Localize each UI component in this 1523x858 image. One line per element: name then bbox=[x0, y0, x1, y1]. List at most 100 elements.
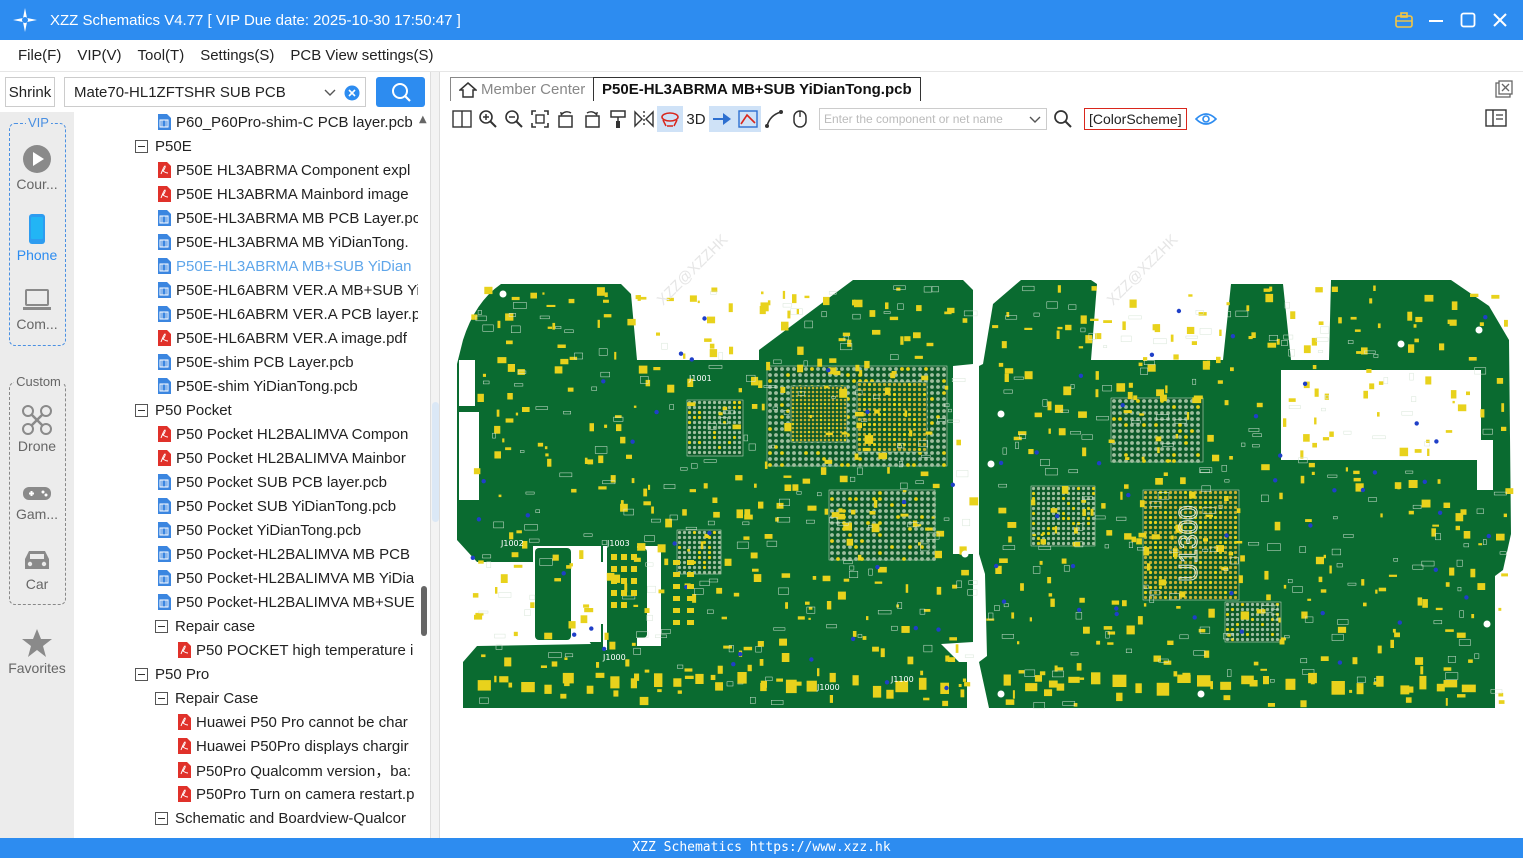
tree-file[interactable]: P50Pro Qualcomm version，ba: bbox=[177, 758, 411, 782]
tree-folder[interactable]: Schematic and Boardview-Qualcor bbox=[155, 806, 406, 830]
tree-file[interactable]: P60_P60Pro-shim-C PCB layer.pcb bbox=[157, 112, 413, 134]
close-all-tabs-icon[interactable] bbox=[1495, 80, 1513, 102]
tree-file[interactable]: P50E-HL3ABRMA MB+SUB YiDian bbox=[157, 254, 412, 278]
tree-file[interactable]: P50 Pocket SUB YiDianTong.pcb bbox=[157, 494, 396, 518]
pcb-canvas[interactable]: XZZ@XZZHK XZZ@XZZHK J1001 J1002 J1003 J1… bbox=[441, 134, 1523, 838]
tree-folder[interactable]: P50 Pocket bbox=[135, 398, 232, 422]
tree-folder[interactable]: Repair Case bbox=[155, 686, 258, 710]
tree-file[interactable]: P50 Pocket SUB PCB layer.pcb bbox=[157, 470, 387, 494]
flip-layer-icon[interactable] bbox=[657, 106, 683, 132]
bga-ball bbox=[1275, 612, 1280, 617]
bga-ball bbox=[1154, 423, 1158, 427]
rail-item-drone[interactable]: Drone bbox=[0, 404, 74, 454]
tree-file[interactable]: P50E-HL6ABRM VER.A image.pdf bbox=[157, 326, 407, 350]
component-pad bbox=[856, 422, 862, 429]
tree-file[interactable]: P50 Pocket-HL2BALIMVA MB PCB bbox=[157, 542, 410, 566]
net-search-placeholder: Enter the component or net name bbox=[824, 112, 1003, 126]
bga-ball bbox=[1041, 526, 1046, 531]
collapse-toggle-icon[interactable] bbox=[155, 619, 168, 633]
close-button[interactable] bbox=[1487, 7, 1513, 33]
tree-file[interactable]: P50 Pocket HL2BALIMVA Compon bbox=[157, 422, 408, 446]
tree-file[interactable]: P50E-HL6ABRM VER.A PCB layer.p bbox=[157, 302, 418, 326]
measure-icon[interactable] bbox=[735, 106, 761, 132]
shrink-button[interactable]: Shrink bbox=[5, 77, 55, 107]
net-highlight-icon[interactable] bbox=[709, 106, 735, 132]
paint-brush-icon[interactable] bbox=[605, 106, 631, 132]
rail-item-computer[interactable]: Com... bbox=[0, 286, 74, 332]
chevron-down-icon[interactable] bbox=[323, 85, 337, 103]
menu-vip[interactable]: VIP(V) bbox=[77, 47, 121, 64]
component-pad bbox=[1057, 285, 1061, 293]
rail-item-games[interactable]: Gam... bbox=[0, 482, 74, 522]
component-pad bbox=[697, 300, 700, 304]
mouse-icon[interactable] bbox=[787, 106, 813, 132]
flip-horizontal-icon[interactable] bbox=[631, 106, 657, 132]
bga-ball bbox=[1061, 541, 1066, 546]
rotate-left-icon[interactable] bbox=[553, 106, 579, 132]
eye-icon[interactable] bbox=[1193, 106, 1219, 132]
maximize-button[interactable] bbox=[1455, 7, 1481, 33]
tree-file[interactable]: P50E-shim PCB Layer.pcb bbox=[157, 350, 354, 374]
net-search-icon[interactable] bbox=[1050, 106, 1076, 132]
rotate-right-icon[interactable] bbox=[579, 106, 605, 132]
bga-ball bbox=[816, 379, 820, 383]
split-view-icon[interactable] bbox=[449, 106, 475, 132]
net-search-input[interactable]: Enter the component or net name bbox=[819, 108, 1047, 130]
search-button[interactable] bbox=[376, 77, 425, 107]
side-panel-toggle-icon[interactable] bbox=[1485, 109, 1507, 131]
scroll-up-icon[interactable]: ▲ bbox=[419, 114, 427, 125]
minimize-button[interactable] bbox=[1423, 7, 1449, 33]
component-pad bbox=[1240, 611, 1250, 620]
tree-file[interactable]: Huawei P50Pro displays chargir bbox=[177, 734, 409, 758]
rail-item-courses[interactable]: Cour... bbox=[0, 144, 74, 192]
tree-file[interactable]: P50E-HL3ABRMA MB YiDianTong. bbox=[157, 230, 409, 254]
tree-file[interactable]: P50E-shim YiDianTong.pcb bbox=[157, 374, 358, 398]
zoom-out-icon[interactable] bbox=[501, 106, 527, 132]
zoom-in-icon[interactable] bbox=[475, 106, 501, 132]
clear-icon[interactable] bbox=[344, 85, 360, 105]
tree-file[interactable]: P50 POCKET high temperature i bbox=[177, 638, 413, 662]
collapse-toggle-icon[interactable] bbox=[135, 403, 148, 417]
tree-file[interactable]: P50 Pocket YiDianTong.pcb bbox=[157, 518, 361, 542]
tree-file[interactable]: Huawei P50 Pro cannot be char bbox=[177, 710, 408, 734]
tree-file[interactable]: P50E-HL6ABRM VER.A MB+SUB Yi bbox=[157, 278, 418, 302]
rail-item-phone[interactable]: Phone bbox=[0, 213, 74, 263]
pcb-board-view[interactable]: XZZ@XZZHK XZZ@XZZHK J1001 J1002 J1003 J1… bbox=[441, 134, 1523, 838]
tree-scrollbar[interactable]: ▲ bbox=[418, 112, 430, 838]
menu-pcb-view-settings[interactable]: PCB View settings(S) bbox=[290, 47, 433, 64]
tree-file[interactable]: P50E-HL3ABRMA MB PCB Layer.pc bbox=[157, 206, 418, 230]
tree-folder[interactable]: P50E bbox=[135, 134, 192, 158]
draw-line-icon[interactable] bbox=[761, 106, 787, 132]
rail-item-favorites[interactable]: Favorites bbox=[0, 628, 74, 676]
tab-current-file[interactable]: P50E-HL3ABRMA MB+SUB YiDianTong.pcb bbox=[593, 77, 921, 101]
tree-folder[interactable]: P50 Pro bbox=[135, 662, 209, 686]
collapse-panel-handle[interactable] bbox=[432, 402, 439, 522]
color-scheme-button[interactable]: [ColorScheme] bbox=[1084, 108, 1187, 130]
bga-ball bbox=[687, 540, 692, 545]
menu-settings[interactable]: Settings(S) bbox=[200, 47, 274, 64]
bga-ball bbox=[1183, 585, 1188, 590]
menu-file[interactable]: File(F) bbox=[18, 47, 61, 64]
tree-file[interactable]: P50 Pocket-HL2BALIMVA MB+SUE bbox=[157, 590, 415, 614]
tree-file[interactable]: P50Pro Turn on camera restart.p bbox=[177, 782, 414, 806]
three-d-button[interactable]: 3D bbox=[683, 106, 709, 132]
search-combobox[interactable]: Mate70-HL1ZFTSHR SUB PCB bbox=[64, 77, 366, 107]
tree-file[interactable]: P50 Pocket-HL2BALIMVA MB YiDia bbox=[157, 566, 414, 590]
menu-tool[interactable]: Tool(T) bbox=[138, 47, 185, 64]
tree-file[interactable]: P50E HL3ABRMA Component expl bbox=[157, 158, 410, 182]
fit-view-icon[interactable] bbox=[527, 106, 553, 132]
bga-ball bbox=[1166, 447, 1170, 451]
collapse-toggle-icon[interactable] bbox=[155, 811, 168, 825]
tree-file[interactable]: P50E HL3ABRMA Mainbord image bbox=[157, 182, 409, 206]
tree-scrollbar-thumb[interactable] bbox=[421, 586, 427, 636]
panel-splitter[interactable] bbox=[430, 72, 440, 838]
tree-folder[interactable]: Repair case bbox=[155, 614, 255, 638]
chevron-down-icon[interactable] bbox=[1028, 113, 1042, 130]
rail-item-car[interactable]: Car bbox=[0, 546, 74, 592]
collapse-toggle-icon[interactable] bbox=[135, 667, 148, 681]
briefcase-icon[interactable] bbox=[1391, 7, 1417, 33]
tree-file[interactable]: P50 Pocket HL2BALIMVA Mainbor bbox=[157, 446, 406, 470]
tab-member-center[interactable]: Member Center bbox=[450, 77, 595, 101]
collapse-toggle-icon[interactable] bbox=[155, 691, 168, 705]
collapse-toggle-icon[interactable] bbox=[135, 139, 148, 153]
